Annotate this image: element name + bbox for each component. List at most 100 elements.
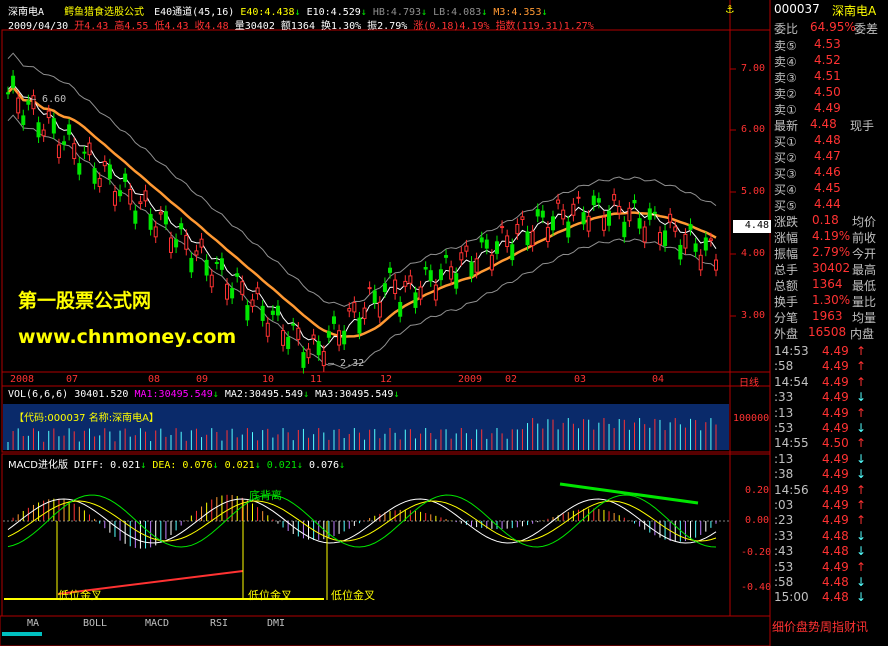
buy-level-row: 买③ 4.46 — [772, 165, 888, 181]
candle-body — [21, 115, 26, 126]
tab-rsi[interactable]: RSI — [188, 618, 250, 632]
date-tick-label: 07 — [66, 374, 79, 385]
open-value: 开4.43 — [74, 21, 109, 32]
candle-body — [148, 213, 153, 230]
buy-level-label: 买④ — [774, 183, 797, 197]
tick-direction: ↓ — [856, 451, 867, 466]
waipan-value: 16508 — [808, 325, 847, 339]
candle-body — [331, 316, 336, 324]
tick-time: :03 — [774, 498, 794, 512]
tick-price: 4.50 — [822, 436, 849, 451]
candle-body — [62, 141, 67, 145]
candle-body — [438, 269, 443, 281]
candle-body — [184, 234, 189, 250]
sell-level-row: 卖④ 4.52 — [772, 53, 888, 69]
candle-body — [102, 161, 107, 167]
date-tick-label: 2008 — [10, 374, 35, 385]
macd-title: MACD进化版 — [8, 460, 68, 471]
index-value: 指数(119.31)1.27% — [495, 21, 594, 32]
volume-stock-info: 【代码:000037 名称:深南电A】 — [14, 413, 159, 424]
candle-body — [214, 261, 219, 264]
buy-level-label: 买① — [774, 135, 797, 149]
candle-body — [622, 221, 627, 238]
stat-value: 4.19% — [812, 229, 851, 243]
candle-body — [382, 283, 387, 293]
vol-ma3: MA3:30495.549 — [315, 389, 394, 400]
tab-macd[interactable]: MACD — [126, 618, 188, 632]
golden-cross-label-3: 低位金叉 — [331, 589, 375, 602]
sell-level-label: 卖③ — [774, 71, 797, 85]
tick-row: :33 4.49 ↓ — [772, 390, 888, 406]
candle-body — [179, 223, 184, 230]
side-bottom-tabs[interactable]: 细价盘势周指财讯 — [772, 618, 888, 634]
tab-ma[interactable]: MA — [2, 618, 64, 632]
divergence-label: 底背离 — [249, 489, 282, 502]
stat-value: 0.18 — [812, 213, 839, 227]
macd-tick-label: -0.40 — [741, 582, 772, 593]
candle-body — [591, 195, 596, 206]
tick-direction: ↓ — [856, 590, 867, 605]
side-name: 深南电A — [832, 4, 877, 18]
candle-body — [459, 252, 464, 261]
pin-icon[interactable]: ⚓ — [726, 2, 740, 17]
candle-body — [520, 216, 525, 220]
tick-time: :53 — [774, 559, 794, 574]
sell-level-price: 4.52 — [814, 53, 841, 67]
macd-tick-label: 0.00 — [745, 515, 770, 526]
candle-body — [352, 302, 357, 313]
candle-body — [291, 323, 296, 326]
candle-body — [581, 212, 586, 225]
vol-title: VOL(6,6,6) — [8, 389, 69, 400]
candle-body — [138, 201, 143, 205]
turnover-value: 换1.30% — [321, 21, 362, 32]
candle-body — [230, 288, 235, 299]
macd-v2: 0.021 — [266, 460, 297, 471]
candle-body — [337, 330, 342, 346]
tick-direction: ↓ — [856, 575, 867, 589]
tick-time: :43 — [774, 544, 794, 559]
candle-body — [637, 218, 642, 229]
macd-tick-label: 0.20 — [745, 485, 770, 496]
tick-row: 14:53 4.49 ↑ — [772, 344, 888, 360]
tab-boll[interactable]: BOLL — [64, 618, 126, 632]
stat-label: 总手 — [774, 263, 799, 277]
tick-direction: ↑ — [856, 374, 867, 389]
candle-body — [535, 209, 540, 217]
candle-body — [250, 299, 255, 307]
candle-body — [617, 205, 622, 214]
candle-body — [163, 211, 168, 225]
tick-row: :38 4.49 ↓ — [772, 467, 888, 483]
date-tick-label: 04 — [652, 374, 665, 385]
buy-level-row: 买① 4.48 — [772, 133, 888, 149]
tick-price: 4.49 — [822, 390, 849, 405]
stat-label-2: 均量 — [852, 311, 877, 325]
price-tick-label: 5.00 — [741, 186, 766, 197]
stat-value: 1364 — [812, 277, 843, 291]
candle-body — [693, 243, 698, 252]
candle-body — [123, 173, 128, 182]
candle-body — [46, 110, 51, 119]
tab-dmi[interactable]: DMI — [250, 618, 302, 632]
watermark-title: 第一股票公式网 — [18, 290, 152, 312]
weibi-row: 委比 64.95% 委差 — [774, 20, 879, 36]
candle-body — [469, 261, 474, 277]
candle-body — [418, 286, 423, 300]
tick-row: :43 4.48 ↓ — [772, 544, 888, 560]
stat-label: 换手 — [774, 295, 799, 309]
tick-price: 4.49 — [822, 374, 849, 389]
chart-header-row-2: 2009/04/30 开4.43 高4.55 低4.43 收4.48 量3040… — [8, 17, 594, 32]
volume-value: 量30402 — [234, 21, 275, 32]
buy-level-price: 4.47 — [814, 149, 841, 163]
tick-direction: ↑ — [856, 482, 867, 497]
candle-body — [311, 334, 316, 339]
candle-body — [72, 143, 77, 160]
tick-time: :58 — [774, 575, 794, 589]
candle-body — [342, 330, 347, 345]
tick-price: 4.49 — [822, 451, 849, 466]
period-label[interactable]: 日线 — [739, 374, 759, 389]
price-tick-label: 7.00 — [741, 63, 766, 74]
tick-direction: ↑ — [856, 559, 867, 574]
date-tick-label: 12 — [380, 374, 393, 385]
candle-body — [428, 270, 433, 282]
candle-body — [525, 231, 530, 246]
